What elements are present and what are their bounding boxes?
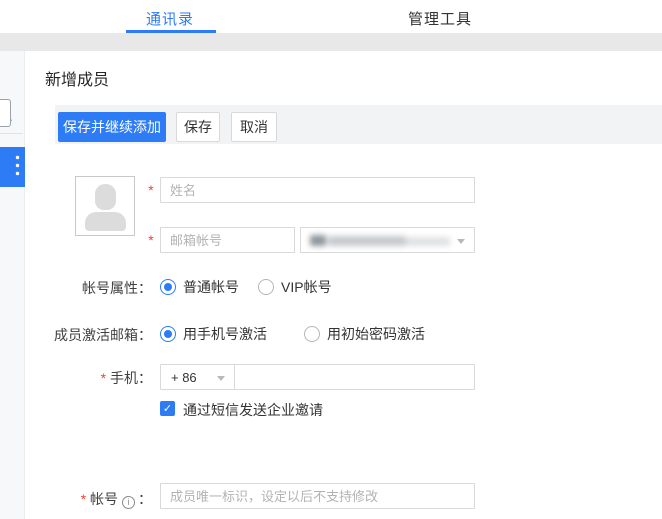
radio-label[interactable]: 用手机号激活 (183, 324, 267, 344)
name-input[interactable] (160, 177, 475, 203)
handle-dot-icon (16, 164, 19, 167)
required-mark: * (81, 491, 86, 507)
required-mark: * (146, 232, 156, 248)
required-mark: * (146, 182, 156, 198)
account-id-input[interactable] (160, 483, 475, 509)
radio-activate-by-password[interactable] (304, 326, 320, 342)
radio-activate-by-phone[interactable] (160, 326, 176, 342)
radio-label[interactable]: 用初始密码激活 (327, 324, 425, 344)
person-icon (95, 184, 116, 210)
top-nav: 通讯录 管理工具 (0, 0, 662, 33)
email-account-input[interactable] (160, 227, 295, 253)
chevron-down-icon (217, 376, 225, 381)
avatar-upload[interactable] (75, 176, 135, 236)
activation-label: 成员激活邮箱： (12, 325, 152, 345)
person-icon (85, 212, 126, 231)
sidebar-partial-input[interactable] (0, 99, 11, 127)
radio-vip-account[interactable] (258, 279, 274, 295)
phone-input[interactable] (234, 364, 475, 390)
handle-dot-icon (16, 156, 19, 159)
email-domain-select[interactable] (300, 227, 475, 253)
required-mark: * (101, 370, 106, 386)
account-type-radio-group: 普通帐号 VIP帐号 (160, 277, 332, 297)
sms-invite-label[interactable]: 通过短信发送企业邀请 (183, 400, 323, 420)
save-button[interactable]: 保存 (176, 112, 220, 142)
save-and-continue-button[interactable]: 保存并继续添加 (58, 112, 166, 142)
radio-normal-account[interactable] (160, 279, 176, 295)
add-member-page: 通讯录 管理工具 + 新增成员 保存并继续添加 保存 取消 * * 帐号属性： (0, 0, 662, 519)
handle-dot-icon (16, 172, 19, 175)
sms-invite-checkbox[interactable]: ✓ (160, 401, 175, 416)
page-title: 新增成员 (45, 66, 109, 90)
tab-admin-tools[interactable]: 管理工具 (408, 8, 472, 29)
radio-label[interactable]: 普通帐号 (183, 277, 239, 297)
country-code-select[interactable]: + 86 (160, 364, 235, 390)
activation-radio-group: 用手机号激活 用初始密码激活 (160, 324, 425, 344)
phone-label: * 手机： (12, 368, 152, 388)
radio-label[interactable]: VIP帐号 (281, 277, 332, 297)
cancel-button[interactable]: 取消 (231, 112, 277, 142)
account-type-label: 帐号属性： (12, 278, 152, 298)
info-icon[interactable]: i (122, 496, 135, 509)
account-id-label: * 帐号i： (12, 489, 152, 509)
tab-contacts[interactable]: 通讯录 (146, 8, 194, 29)
header-divider-band (0, 33, 662, 51)
panel-drag-handle[interactable] (0, 147, 25, 187)
redacted-domain-blur (308, 234, 458, 248)
sidebar-divider (0, 133, 23, 134)
chevron-down-icon (457, 239, 465, 244)
country-code-value: + 86 (171, 370, 197, 385)
